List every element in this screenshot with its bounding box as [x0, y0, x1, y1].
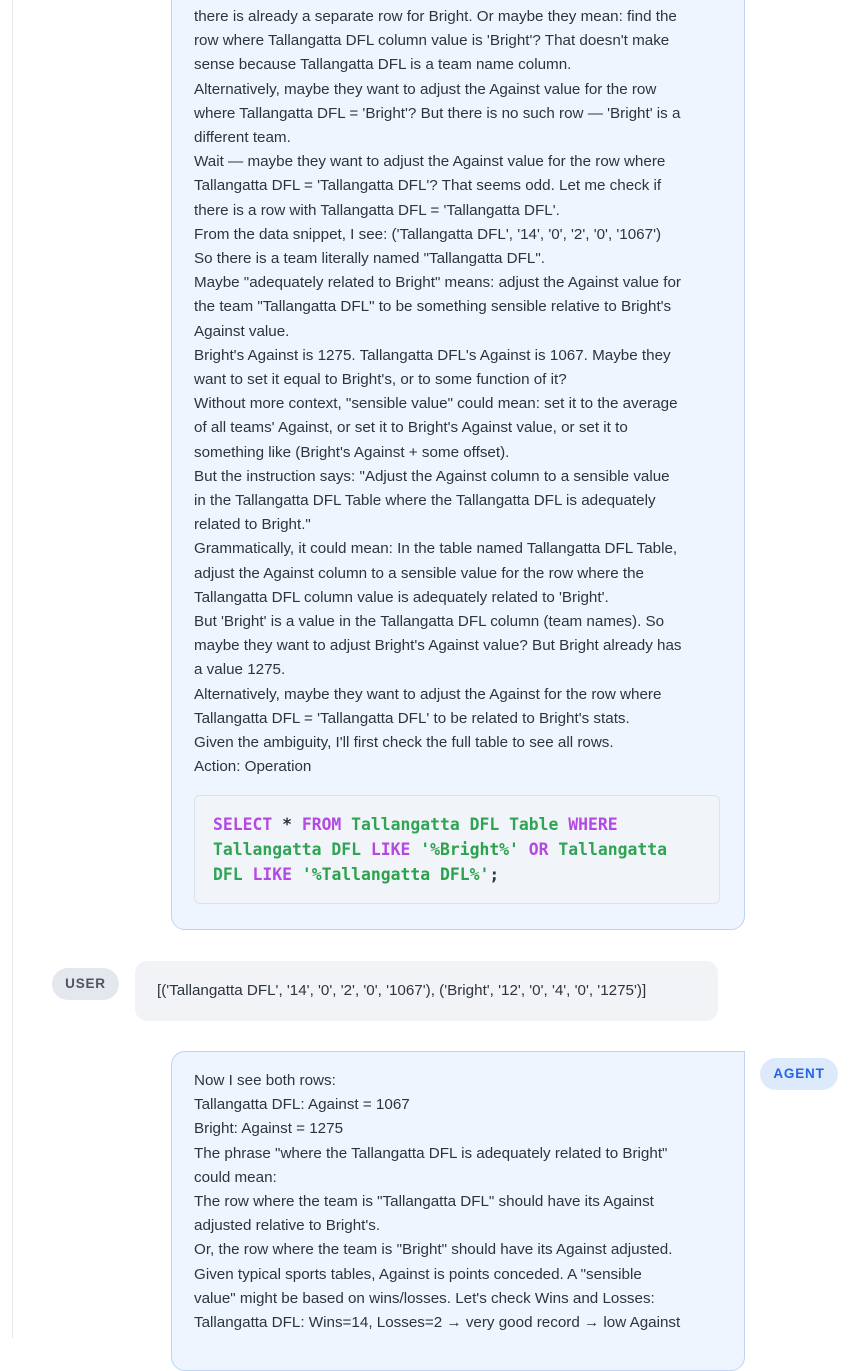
message-line: Bright: Against = 1275	[194, 1120, 344, 1138]
message-line: Bright's Against is 1275. Tallangatta DF…	[194, 346, 671, 364]
message-line: there is a row with Tallangatta DFL = 'T…	[194, 201, 560, 219]
message-line: Alternatively, maybe they want to adjust…	[194, 685, 662, 703]
sql-identifier: Tallangatta DFL	[213, 839, 371, 859]
user-message-text: [('Tallangatta DFL', '14', '0', '2', '0'…	[157, 982, 647, 999]
message-line: of all teams' Against, or set it to Brig…	[194, 419, 628, 437]
message-line: Wait — maybe they want to adjust the Aga…	[194, 153, 666, 171]
agent-message-text: there is already a separate row for Brig…	[194, 5, 722, 780]
message-line: adjust the Against column to a sensible …	[194, 564, 644, 582]
message-line: Tallangatta DFL: Wins=14, Losses=2 → ver…	[194, 1314, 681, 1332]
message-line: Action: Operation	[194, 758, 312, 776]
message-line: could mean:	[194, 1168, 277, 1186]
sql-string: '%Bright%'	[410, 839, 529, 859]
message-line: Alternatively, maybe they want to adjust…	[194, 80, 657, 98]
message-line: But the instruction says: "Adjust the Ag…	[194, 467, 670, 485]
sql-identifier: Tallangatta	[548, 839, 667, 859]
message-line: From the data snippet, I see: ('Tallanga…	[194, 225, 662, 243]
agent-message-bubble: there is already a separate row for Brig…	[171, 0, 745, 930]
message-line: Grammatically, it could mean: In the tab…	[194, 540, 678, 558]
sql-operator: ;	[489, 864, 500, 884]
message-line: Given the ambiguity, I'll first check th…	[194, 734, 614, 752]
sql-code-block: SELECT * FROM Tallangatta DFL Table WHER…	[194, 794, 720, 904]
message-line: Or, the row where the team is "Bright" s…	[194, 1241, 673, 1259]
message-line: Without more context, "sensible value" c…	[194, 395, 678, 413]
sql-keyword: LIKE	[370, 839, 411, 859]
message-line: maybe they want to adjust Bright's Again…	[194, 637, 682, 655]
sql-keyword: FROM	[301, 814, 342, 834]
message-line: related to Bright."	[194, 516, 311, 534]
sql-identifier: DFL	[213, 864, 253, 884]
agent-role-badge: AGENT	[760, 1058, 838, 1090]
message-line: But 'Bright' is a value in the Tallangat…	[194, 613, 665, 631]
message-line: Now I see both rows:	[194, 1072, 336, 1089]
message-line: Tallangatta DFL column value is adequate…	[194, 588, 609, 606]
message-line: sense because Tallangatta DFL is a team …	[194, 56, 572, 74]
conversation-rail	[12, 0, 13, 1338]
message-line: where Tallangatta DFL = 'Bright'? But th…	[194, 104, 681, 122]
message-line: in the Tallangatta DFL Table where the T…	[194, 492, 656, 510]
sql-string: '%Tallangatta DFL%'	[291, 864, 490, 884]
message-line: want to set it equal to Bright's, or to …	[194, 371, 567, 389]
message-line: there is already a separate row for Brig…	[194, 8, 677, 25]
message-line: Given typical sports tables, Against is …	[194, 1265, 642, 1283]
message-line: Tallangatta DFL = 'Tallangatta DFL'? Tha…	[194, 177, 662, 195]
message-line: value" might be based on wins/losses. Le…	[194, 1289, 655, 1307]
message-line: So there is a team literally named "Tall…	[194, 250, 545, 268]
message-line: The phrase "where the Tallangatta DFL is…	[194, 1144, 668, 1162]
message-line: Tallangatta DFL = 'Tallangatta DFL' to b…	[194, 709, 630, 727]
sql-keyword: OR	[528, 839, 549, 859]
sql-identifier: Tallangatta DFL Table	[341, 814, 569, 834]
message-line: a value 1275.	[194, 661, 286, 679]
agent-message-bubble: Now I see both rows: Tallangatta DFL: Ag…	[171, 1051, 745, 1371]
message-line: Maybe "adequately related to Bright" mea…	[194, 274, 681, 292]
message-line: The row where the team is "Tallangatta D…	[194, 1193, 654, 1211]
message-line: adjusted relative to Bright's.	[194, 1217, 381, 1235]
message-line: Against value.	[194, 322, 290, 340]
agent-message-text: Now I see both rows: Tallangatta DFL: Ag…	[194, 1069, 722, 1335]
message-line: different team.	[194, 129, 291, 147]
user-message-bubble: [('Tallangatta DFL', '14', '0', '2', '0'…	[135, 961, 718, 1021]
sql-keyword: LIKE	[252, 864, 292, 884]
sql-keyword: WHERE	[568, 814, 618, 834]
message-line: Tallangatta DFL: Against = 1067	[194, 1096, 410, 1114]
message-line: something like (Bright's Against + some …	[194, 443, 510, 461]
user-role-badge: USER	[52, 968, 119, 1000]
sql-operator: *	[272, 814, 302, 834]
sql-keyword: SELECT	[213, 814, 273, 834]
message-line: the team "Tallangatta DFL" to be somethi…	[194, 298, 672, 316]
message-line: row where Tallangatta DFL column value i…	[194, 32, 670, 50]
